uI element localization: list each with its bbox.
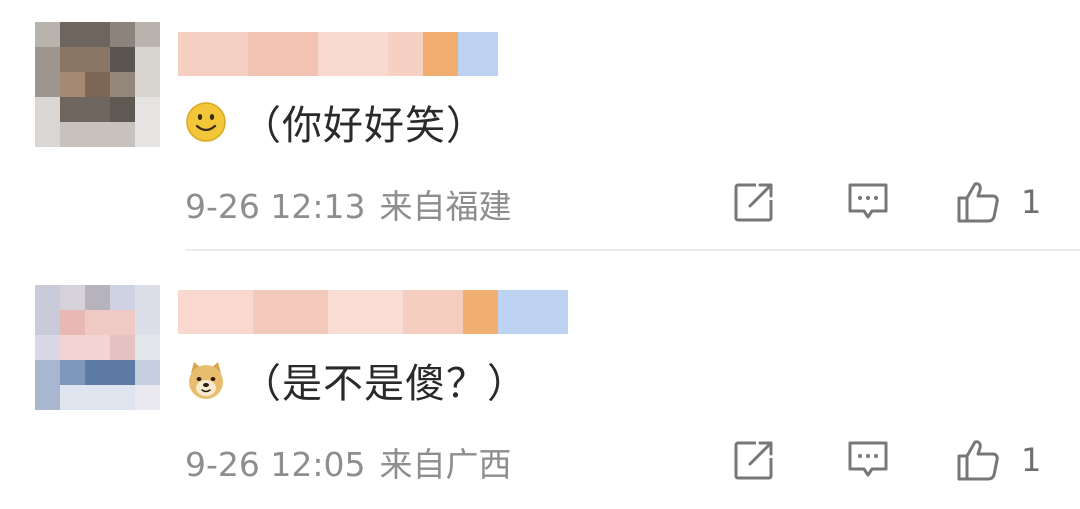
doge-emoji-icon [189,362,223,399]
location: 来自广西 [379,445,512,484]
comment-body: （是不是傻？） [185,350,528,410]
like-count: 1 [1021,441,1042,479]
timestamp: 9-26 12:13 [185,187,366,226]
share-button[interactable] [732,436,776,484]
divider [185,249,1080,251]
comment-meta: 9-26 12:05 来自广西 [185,438,512,486]
comment-item: （是不是傻？） 9-26 12:05 来自广西 1 [0,255,1080,509]
share-button[interactable] [732,178,776,226]
thumbs-up-icon [957,182,999,223]
avatar[interactable] [35,285,160,410]
share-icon [734,183,773,222]
share-icon [734,441,773,480]
avatar[interactable] [35,22,160,147]
comment-icon [848,183,888,219]
like-button[interactable]: 1 [955,436,1041,484]
username-blurred[interactable] [178,32,498,76]
like-button[interactable]: 1 [955,178,1041,226]
reply-button[interactable] [846,178,890,226]
smile-emoji-icon [186,102,226,142]
comment-text: （是不是傻？） [241,361,528,407]
like-count: 1 [1021,183,1042,221]
timestamp: 9-26 12:05 [185,445,366,484]
username-blurred[interactable] [178,290,568,334]
comment-item: （你好好笑） 9-26 12:13 来自福建 1 [0,0,1080,255]
reply-button[interactable] [846,436,890,484]
location: 来自福建 [379,187,512,226]
comment-icon [848,441,888,477]
comment-text: （你好好笑） [241,103,487,149]
comment-body: （你好好笑） [185,92,487,152]
thumbs-up-icon [957,440,999,481]
comment-meta: 9-26 12:13 来自福建 [185,180,512,228]
